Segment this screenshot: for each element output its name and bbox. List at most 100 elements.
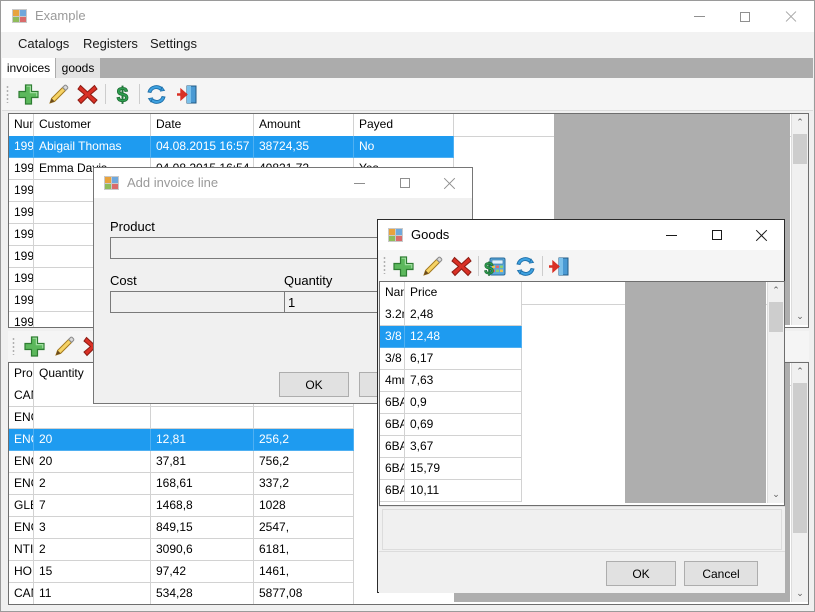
table-cell[interactable]: 1461, (254, 561, 354, 583)
main-maximize-button[interactable] (722, 1, 768, 32)
toolbar-delete-button[interactable] (74, 81, 100, 107)
vertical-scrollbar[interactable]: ⌃⌄ (767, 282, 784, 503)
goods-toolbar-grip[interactable] (383, 256, 386, 274)
table-cell[interactable]: 20 (34, 429, 151, 451)
table-row[interactable]: 6BA SLOTTED S...10,11 (380, 480, 784, 502)
table-cell[interactable]: 3,67 (405, 436, 522, 458)
toolbar-payment-button[interactable]: $ (109, 81, 135, 107)
table-cell[interactable]: 15 (34, 561, 151, 583)
table-row[interactable]: 199999Abigail Thomas04.08.2015 16:573872… (9, 136, 808, 158)
table-cell[interactable]: 199996 (9, 202, 34, 224)
goods-price-button[interactable]: $ (482, 253, 508, 279)
table-cell[interactable]: 0,69 (405, 414, 522, 436)
table-cell[interactable]: 199992 (9, 290, 34, 312)
vertical-scrollbar[interactable]: ⌃⌄ (791, 363, 808, 602)
table-cell[interactable]: NTI EXCEL TES... (9, 539, 34, 561)
table-row[interactable]: 3.2mm RIVET Pa...2,48 (380, 304, 784, 326)
table-cell[interactable]: 20 (34, 451, 151, 473)
table-row[interactable]: 6BA FULL NUT ...0,9 (380, 392, 784, 414)
grid-column-header[interactable]: Name (380, 282, 405, 304)
table-cell[interactable]: 199997 (9, 180, 34, 202)
grid-column-header[interactable]: Customer (34, 114, 151, 136)
table-cell[interactable]: 3/8 inch SLOTT... (380, 348, 405, 370)
scrollbar-thumb[interactable] (769, 302, 783, 332)
table-cell[interactable]: CANFORD PHA... (9, 583, 34, 605)
menu-item-catalogs[interactable]: Catalogs (14, 36, 73, 54)
add-line-close-button[interactable] (427, 168, 472, 198)
table-row[interactable]: 3/8 inch SLOTT...6,17 (380, 348, 784, 370)
goods-minimize-button[interactable] (649, 220, 694, 250)
tab-invoices[interactable]: invoices (2, 58, 55, 78)
table-cell[interactable]: 6BA SLOTTED S... (380, 436, 405, 458)
table-cell[interactable]: 10,11 (405, 480, 522, 502)
scroll-down-arrow-icon[interactable]: ⌄ (792, 585, 808, 602)
table-cell[interactable]: 756,2 (254, 451, 354, 473)
goods-refresh-button[interactable] (512, 253, 538, 279)
table-cell[interactable]: 3090,6 (151, 539, 254, 561)
table-cell[interactable]: 2,48 (405, 304, 522, 326)
cost-input[interactable] (110, 291, 290, 313)
table-cell[interactable]: 2 (34, 539, 151, 561)
scroll-down-arrow-icon[interactable]: ⌄ (792, 308, 808, 325)
table-cell[interactable]: 97,42 (151, 561, 254, 583)
menu-item-registers[interactable]: Registers (79, 36, 142, 54)
table-cell[interactable]: 7,63 (405, 370, 522, 392)
main-minimize-button[interactable] (676, 1, 722, 32)
table-row[interactable]: 3/8 inch SLOTT...12,48 (380, 326, 784, 348)
table-cell[interactable]: 15,79 (405, 458, 522, 480)
vertical-scrollbar[interactable]: ⌃⌄ (791, 114, 808, 325)
table-cell[interactable]: 2 (34, 473, 151, 495)
table-cell[interactable]: 199998 (9, 158, 34, 180)
table-cell[interactable]: 7 (34, 495, 151, 517)
grid-column-header[interactable]: Amount (254, 114, 354, 136)
goods-close-button[interactable] (739, 220, 784, 250)
table-cell[interactable]: 12,81 (151, 429, 254, 451)
table-cell[interactable]: HOFBAUER ME... (9, 561, 34, 583)
table-cell[interactable]: 38724,35 (254, 136, 354, 158)
table-row[interactable]: 6BA SHAKEPRO...0,69 (380, 414, 784, 436)
toolbar-exit-button[interactable] (174, 81, 200, 107)
table-cell[interactable]: 1468,8 (151, 495, 254, 517)
table-cell[interactable]: 2547, (254, 517, 354, 539)
table-cell[interactable]: CANFOR (9, 385, 34, 407)
scroll-up-arrow-icon[interactable]: ⌃ (792, 363, 808, 380)
goods-ok-button[interactable]: OK (606, 561, 676, 586)
table-cell[interactable]: 337,2 (254, 473, 354, 495)
table-cell[interactable]: 199999 (9, 136, 34, 158)
main-close-button[interactable] (768, 1, 814, 32)
table-cell[interactable]: No (354, 136, 454, 158)
goods-add-button[interactable] (390, 253, 416, 279)
table-cell[interactable]: 199993 (9, 268, 34, 290)
table-cell[interactable]: 6BA SHAKEPRO... (380, 414, 405, 436)
table-row[interactable]: 6BA SLOTTED S...3,67 (380, 436, 784, 458)
goods-exit-button[interactable] (546, 253, 572, 279)
table-cell[interactable]: 199991 (9, 312, 34, 328)
table-cell[interactable]: ENCLOSURE SY... (9, 451, 34, 473)
goods-grid[interactable]: NamePrice3.2mm RIVET Pa...2,483/8 inch S… (379, 281, 785, 506)
table-cell[interactable] (34, 407, 151, 429)
scrollbar-thumb[interactable] (793, 134, 807, 164)
table-cell[interactable]: Abigail Thomas (34, 136, 151, 158)
table-cell[interactable]: GLENSOUND C... (9, 495, 34, 517)
menu-item-settings[interactable]: Settings (146, 36, 201, 54)
table-row[interactable]: 4mm RIVET Csk,...7,63 (380, 370, 784, 392)
table-cell[interactable]: ENCLOSURE SY... (9, 473, 34, 495)
table-cell[interactable]: 6,17 (405, 348, 522, 370)
toolbar-refresh-button[interactable] (143, 81, 169, 107)
add-line-minimize-button[interactable] (337, 168, 382, 198)
table-cell[interactable]: 11 (34, 583, 151, 605)
tab-goods[interactable]: goods (56, 58, 100, 78)
table-cell[interactable]: 6181, (254, 539, 354, 561)
scrollbar-thumb[interactable] (793, 383, 807, 533)
table-cell[interactable]: 12,48 (405, 326, 522, 348)
table-row[interactable]: 6BA SLOTTED S...15,79 (380, 458, 784, 480)
table-cell[interactable]: 0,9 (405, 392, 522, 414)
grid-column-header[interactable]: Number (9, 114, 34, 136)
goods-edit-button[interactable] (419, 253, 445, 279)
table-cell[interactable]: 534,28 (151, 583, 254, 605)
toolbar-grip[interactable] (6, 85, 9, 103)
add-line-maximize-button[interactable] (382, 168, 427, 198)
scroll-up-arrow-icon[interactable]: ⌃ (768, 282, 784, 299)
grid-column-header[interactable]: Date (151, 114, 254, 136)
table-cell[interactable]: 3 (34, 517, 151, 539)
